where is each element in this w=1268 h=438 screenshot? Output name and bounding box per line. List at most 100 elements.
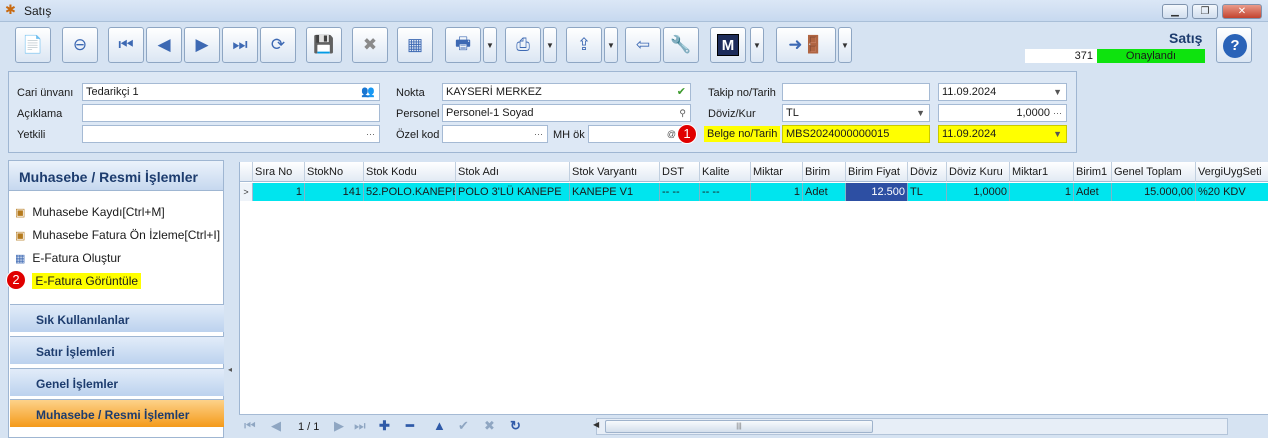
help-button[interactable]: ?: [1216, 27, 1252, 63]
cell-doviz-kuru[interactable]: 1,0000: [947, 183, 1010, 201]
cell-kalite[interactable]: -- --: [700, 183, 751, 201]
import-icon[interactable]: ⇦: [625, 27, 661, 63]
export-dropdown-icon[interactable]: ▼: [604, 27, 618, 63]
pdf-dropdown-icon[interactable]: ▼: [543, 27, 557, 63]
cell-birim1[interactable]: Adet: [1074, 183, 1112, 201]
chevron-down-icon[interactable]: ▼: [916, 105, 925, 121]
col-doviz[interactable]: Döviz: [908, 162, 947, 182]
cell-sira-no[interactable]: 1: [253, 183, 305, 201]
cell-birim-fiyat[interactable]: 12.500: [846, 183, 908, 201]
horizontal-scrollbar[interactable]: ◀ |||: [593, 418, 1228, 435]
group-sik-kullanilanlar[interactable]: Sık Kullanılanlar: [10, 304, 224, 332]
group-muhasebe-resmi[interactable]: Muhasebe / Resmi İşlemler: [10, 399, 224, 427]
exit-icon[interactable]: ➜🚪: [776, 27, 836, 63]
prev-record-icon[interactable]: ◀: [146, 27, 182, 63]
group-satir-islemleri[interactable]: Satır İşlemleri: [10, 336, 224, 364]
cancel-icon[interactable]: ✖: [484, 418, 495, 434]
nokta-field[interactable]: KAYSERİ MERKEZ ✔: [442, 83, 691, 101]
muhasebe-kaydi-item[interactable]: ▣ Muhasebe Kaydı[Ctrl+M]: [15, 205, 165, 219]
cell-dst[interactable]: -- --: [660, 183, 700, 201]
cell-stok-kodu[interactable]: 52.POLO.KANEPE: [364, 183, 456, 201]
cancel-save-icon[interactable]: ✖: [352, 27, 388, 63]
kur-field[interactable]: 1,0000 ···: [938, 104, 1067, 122]
col-genel-toplam[interactable]: Genel Toplam: [1112, 162, 1196, 182]
col-miktar1[interactable]: Miktar1: [1010, 162, 1074, 182]
personel-field[interactable]: Personel-1 Soyad ⚲: [442, 104, 691, 122]
cell-miktar1[interactable]: 1: [1010, 183, 1074, 201]
col-birim-fiyat[interactable]: Birim Fiyat: [846, 162, 908, 182]
belge-field[interactable]: MBS2024000000015: [782, 125, 930, 143]
restore-button[interactable]: ❐: [1192, 4, 1218, 19]
table-row[interactable]: 1 141 52.POLO.KANEPE POLO 3'LÜ KANEPE KA…: [253, 183, 1268, 201]
cell-miktar[interactable]: 1: [751, 183, 803, 201]
remove-row-icon[interactable]: ━: [406, 418, 414, 434]
col-birim[interactable]: Birim: [803, 162, 846, 182]
col-stok-varyanti[interactable]: Stok Varyantı: [570, 162, 660, 182]
belge-date-field[interactable]: 11.09.2024 ▼: [938, 125, 1067, 143]
add-row-icon[interactable]: ✚: [379, 418, 390, 434]
refresh-icon[interactable]: ⟳: [260, 27, 296, 63]
col-stok-kodu[interactable]: Stok Kodu: [364, 162, 456, 182]
new-doc-icon[interactable]: 📄: [15, 27, 51, 63]
fatura-onizleme-item[interactable]: ▣ Muhasebe Fatura Ön İzleme[Ctrl+I]: [15, 228, 220, 242]
ozelkod-field[interactable]: ···: [442, 125, 548, 143]
group-genel-islemler[interactable]: Genel İşlemler: [10, 368, 224, 396]
yetkili-field[interactable]: ···: [82, 125, 380, 143]
confirm-icon[interactable]: ✔: [458, 418, 469, 434]
print-dropdown-icon[interactable]: ▼: [483, 27, 497, 63]
col-dst[interactable]: DST: [660, 162, 700, 182]
doviz-select[interactable]: TL ▼: [782, 104, 930, 122]
exit-dropdown-icon[interactable]: ▼: [838, 27, 852, 63]
panel-splitter[interactable]: ◂: [226, 160, 236, 438]
close-button[interactable]: ✕: [1222, 4, 1262, 19]
cell-stokno[interactable]: 141: [305, 183, 364, 201]
prev-page-icon[interactable]: ◀: [271, 418, 281, 434]
cell-vergi-uyg-seti[interactable]: %20 KDV: [1196, 183, 1268, 201]
chevron-down-icon[interactable]: ▼: [1053, 84, 1062, 100]
scrollbar-thumb[interactable]: |||: [605, 420, 873, 433]
export-icon[interactable]: ⇪: [566, 27, 602, 63]
first-record-icon[interactable]: ⏮: [108, 27, 144, 63]
col-stokno[interactable]: StokNo: [305, 162, 364, 182]
efatura-goruntule-item[interactable]: E-Fatura Görüntüle: [15, 273, 142, 289]
settings-icon[interactable]: 🔧: [663, 27, 699, 63]
checkmark-icon[interactable]: ✔: [677, 84, 686, 100]
preview-icon[interactable]: ▦: [397, 27, 433, 63]
col-sira-no[interactable]: Sıra No: [253, 162, 305, 182]
print-icon[interactable]: 🖶: [445, 27, 481, 63]
col-doviz-kuru[interactable]: Döviz Kuru: [947, 162, 1010, 182]
ellipsis-icon[interactable]: ···: [1053, 105, 1062, 121]
row-indicator-icon[interactable]: >: [240, 183, 253, 201]
person-icon[interactable]: ⚲: [679, 105, 686, 121]
efatura-olustur-item[interactable]: ▦ E-Fatura Oluştur: [15, 251, 121, 265]
last-page-icon[interactable]: ⏭: [354, 418, 366, 434]
cell-birim[interactable]: Adet: [803, 183, 846, 201]
move-up-icon[interactable]: ▲: [433, 418, 446, 433]
minimize-button[interactable]: ▁: [1162, 4, 1188, 19]
scroll-left-icon[interactable]: ◀: [593, 420, 599, 429]
refresh-grid-icon[interactable]: ↻: [510, 418, 521, 434]
m-icon[interactable]: M: [710, 27, 746, 63]
first-page-icon[interactable]: ⏮: [244, 418, 256, 434]
col-birim1[interactable]: Birim1: [1074, 162, 1112, 182]
cell-stok-adi[interactable]: POLO 3'LÜ KANEPE: [456, 183, 570, 201]
takip-field[interactable]: [782, 83, 930, 101]
mhok-field[interactable]: @ ✉: [588, 125, 691, 143]
col-kalite[interactable]: Kalite: [700, 162, 751, 182]
pdf-export-icon[interactable]: ⎙: [505, 27, 541, 63]
cell-doviz[interactable]: TL: [908, 183, 947, 201]
aciklama-field[interactable]: [82, 104, 380, 122]
ellipsis-icon[interactable]: ···: [534, 126, 543, 142]
m-dropdown-icon[interactable]: ▼: [750, 27, 764, 63]
last-record-icon[interactable]: ⏭: [222, 27, 258, 63]
col-vergi-uyg-seti[interactable]: VergiUygSeti: [1196, 162, 1268, 182]
cell-genel-toplam[interactable]: 15.000,00: [1112, 183, 1196, 201]
ellipsis-icon[interactable]: ···: [366, 126, 375, 142]
next-record-icon[interactable]: ▶: [184, 27, 220, 63]
takip-date-field[interactable]: 11.09.2024 ▼: [938, 83, 1067, 101]
delete-doc-icon[interactable]: ⊖: [62, 27, 98, 63]
cell-stok-varyanti[interactable]: KANEPE V1: [570, 183, 660, 201]
col-stok-adi[interactable]: Stok Adı: [456, 162, 570, 182]
people-icon[interactable]: 👥: [361, 84, 375, 100]
chevron-down-icon[interactable]: ▼: [1053, 126, 1062, 142]
